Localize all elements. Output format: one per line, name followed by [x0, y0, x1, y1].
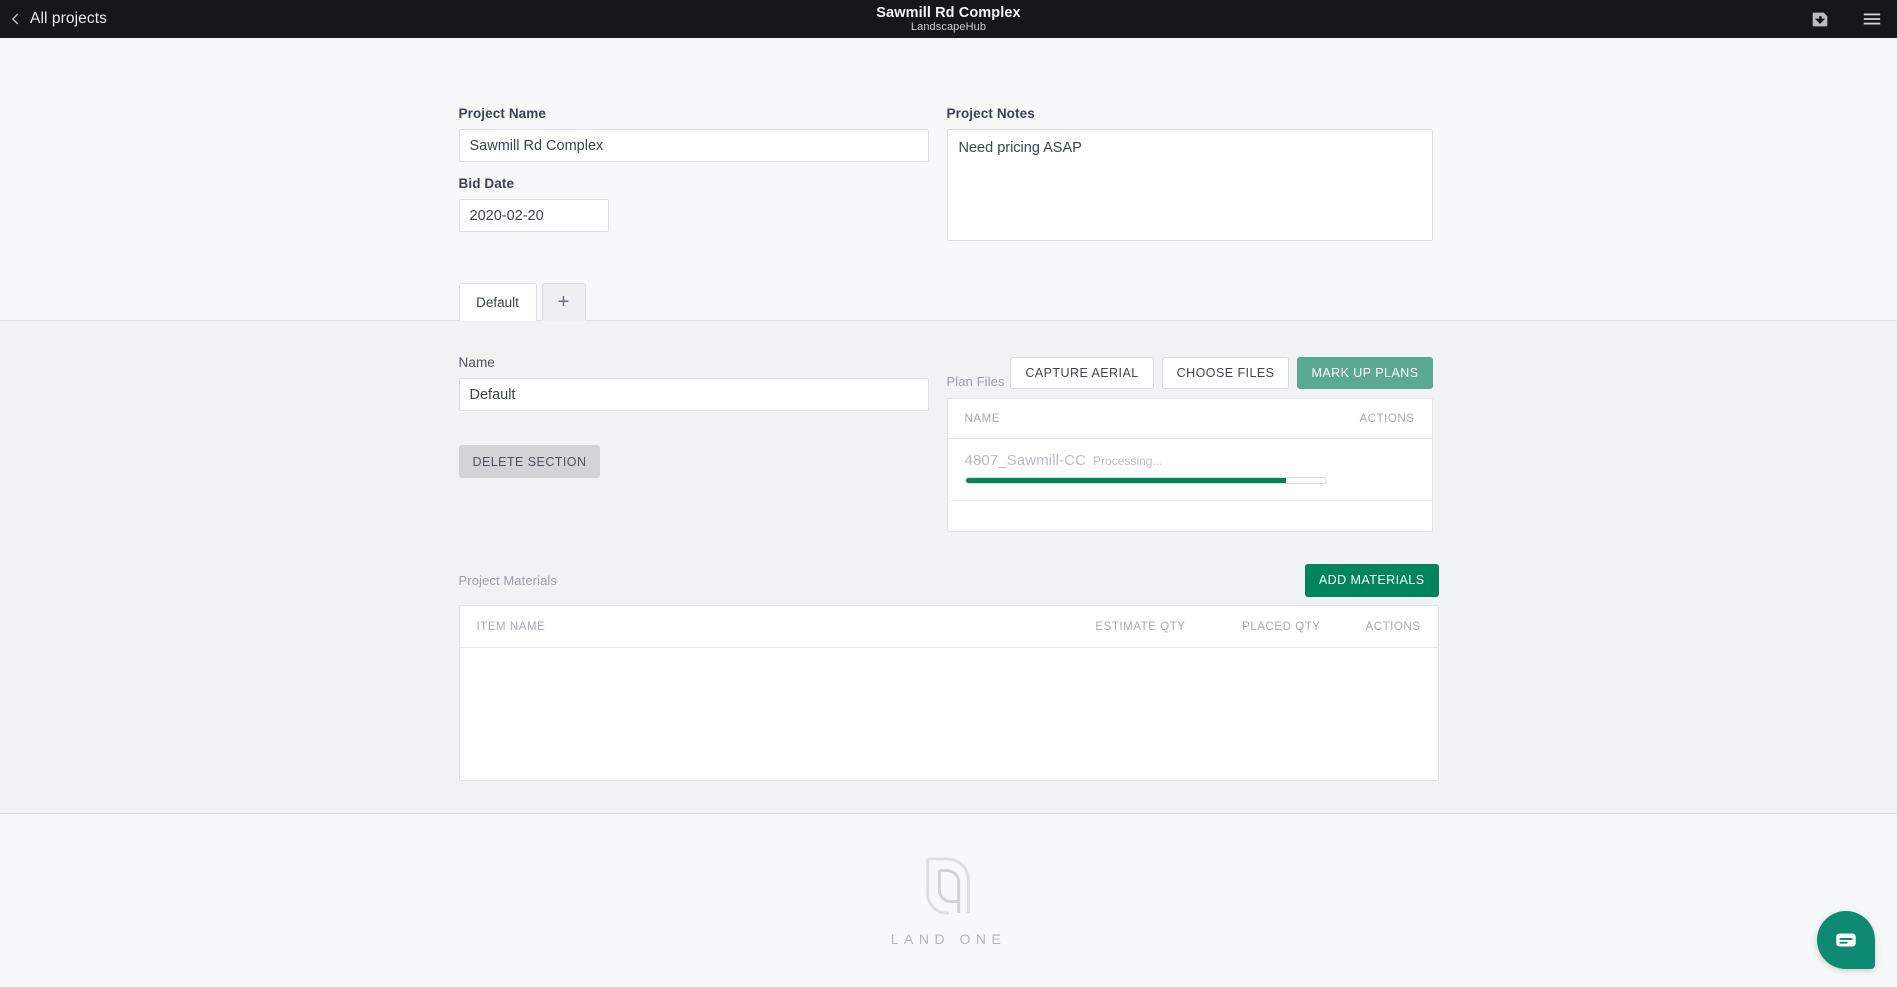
section-name-label: Name [458, 355, 495, 370]
section-tabs: Default + [458, 283, 1439, 321]
table-row[interactable]: 4807_Sawmill-CC Processing... [947, 439, 1432, 501]
project-name-input[interactable] [458, 129, 929, 162]
plan-file-name: 4807_Sawmill-CC [964, 452, 1087, 469]
bid-date-input[interactable] [458, 199, 609, 232]
app-subtitle: LandscapeHub [910, 20, 987, 33]
page-title: Sawmill Rd Complex [876, 4, 1021, 21]
plan-file-status: Processing... [1093, 454, 1163, 468]
project-fields-column: Project Name Bid Date [458, 106, 929, 246]
page-body: Project Name Bid Date Project Notes Defa… [0, 38, 1897, 987]
mark-up-plans-button[interactable]: MARK UP PLANS [1297, 357, 1433, 389]
delete-section-button[interactable]: DELETE SECTION [458, 445, 601, 478]
materials-table-header: ITEM NAME ESTIMATE QTY PLACED QTY ACTION… [459, 606, 1438, 648]
column-header-actions: ACTIONS [1359, 412, 1415, 425]
add-section-label: + [557, 291, 570, 313]
project-notes-column: Project Notes [946, 106, 1433, 246]
column-header-name: NAME [964, 412, 1000, 425]
column-header-estimate-qty: ESTIMATE QTY [1095, 620, 1186, 633]
land-one-monogram-icon [925, 856, 970, 915]
project-materials-label: Project Materials [458, 572, 558, 588]
project-materials-table: ITEM NAME ESTIMATE QTY PLACED QTY ACTION… [458, 605, 1439, 781]
chat-launcher-button[interactable] [1817, 911, 1875, 969]
chevron-left-icon [11, 13, 19, 25]
footer-logo-text: LAND ONE [890, 930, 1007, 947]
capture-aerial-button[interactable]: CAPTURE AERIAL [1010, 357, 1154, 389]
app-title-block: Sawmill Rd Complex LandscapeHub [0, 0, 1897, 38]
column-header-item-name: ITEM NAME [476, 620, 546, 633]
column-header-actions: ACTIONS [1365, 620, 1421, 633]
hamburger-menu-icon[interactable] [1861, 8, 1883, 30]
plan-files-table-footer [948, 501, 1432, 531]
chat-bubble-icon [1836, 933, 1856, 947]
plan-files-column: Plan Files CAPTURE AERIAL CHOOSE FILES M… [946, 355, 1433, 532]
choose-files-button[interactable]: CHOOSE FILES [1161, 357, 1290, 389]
tab-default-label: Default [476, 295, 519, 310]
page-footer: LAND ONE [0, 813, 1897, 987]
project-name-label: Project Name [458, 106, 546, 121]
top-app-bar: All projects Sawmill Rd Complex Landscap… [0, 0, 1897, 38]
project-notes-label: Project Notes [946, 106, 1035, 121]
upload-progress-bar [964, 477, 1327, 484]
section-editor: Name DELETE SECTION Plan Files CAPTURE A… [0, 321, 1897, 813]
project-details-section: Project Name Bid Date Project Notes Defa… [0, 38, 1897, 321]
plan-files-table: NAME ACTIONS 4807_Sawmill-CC Processing.… [946, 398, 1433, 532]
top-bar-actions [1809, 0, 1883, 38]
project-materials-section: Project Materials ADD MATERIALS ITEM NAM… [458, 562, 1439, 781]
tab-default[interactable]: Default [458, 283, 537, 321]
section-name-input[interactable] [458, 378, 929, 411]
bid-date-label: Bid Date [458, 176, 515, 191]
upload-progress-fill [965, 478, 1286, 483]
materials-table-body [459, 648, 1438, 780]
project-materials-header: Project Materials ADD MATERIALS [459, 562, 1439, 598]
back-to-all-projects[interactable]: All projects [8, 10, 107, 28]
add-materials-button[interactable]: ADD MATERIALS [1304, 563, 1439, 597]
section-name-column: Name DELETE SECTION [458, 355, 929, 532]
back-label: All projects [30, 10, 108, 27]
plan-files-header: Plan Files CAPTURE AERIAL CHOOSE FILES M… [947, 355, 1433, 391]
plan-files-table-header: NAME ACTIONS [947, 399, 1432, 439]
plan-files-label: Plan Files [946, 374, 1005, 389]
project-notes-textarea[interactable] [946, 129, 1433, 241]
save-download-icon[interactable] [1809, 8, 1831, 30]
add-section-tab-button[interactable]: + [541, 283, 586, 321]
column-header-placed-qty: PLACED QTY [1242, 620, 1321, 633]
